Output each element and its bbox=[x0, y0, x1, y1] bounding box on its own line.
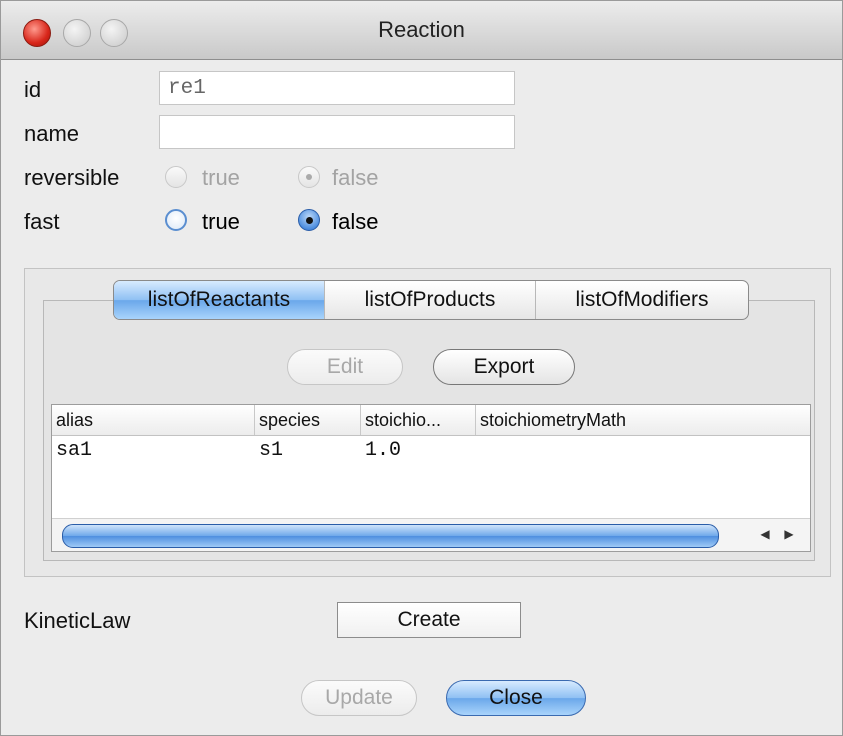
scrollbar-thumb[interactable] bbox=[62, 524, 719, 548]
column-header-species[interactable]: species bbox=[255, 405, 361, 435]
fast-true-label[interactable]: true bbox=[202, 209, 240, 235]
horizontal-scrollbar[interactable]: ◀ ▶ bbox=[52, 518, 810, 551]
reversible-label: reversible bbox=[24, 165, 120, 190]
fast-label: fast bbox=[24, 209, 60, 234]
column-header-stoichiometry-math[interactable]: stoichiometryMath bbox=[476, 405, 810, 435]
cell-stoichiometry: 1.0 bbox=[365, 439, 402, 462]
reversible-false-label: false bbox=[332, 165, 379, 190]
reversible-true-radio bbox=[165, 166, 187, 188]
column-header-stoichiometry[interactable]: stoichio... bbox=[361, 405, 476, 435]
fast-false-label[interactable]: false bbox=[332, 209, 378, 235]
cell-alias: sa1 bbox=[56, 439, 93, 462]
title-bar[interactable]: Reaction bbox=[1, 1, 842, 60]
update-button: Update bbox=[301, 680, 417, 716]
scroll-left-arrow-icon[interactable]: ◀ bbox=[754, 523, 776, 545]
column-header-alias[interactable]: alias bbox=[52, 405, 255, 435]
fast-true-radio[interactable] bbox=[165, 209, 187, 231]
close-button[interactable]: Close bbox=[446, 680, 586, 716]
export-button[interactable]: Export bbox=[433, 349, 575, 385]
fast-false-radio[interactable] bbox=[298, 209, 320, 231]
tab-list-of-modifiers[interactable]: listOfModifiers bbox=[536, 281, 748, 319]
tab-list-of-products[interactable]: listOfProducts bbox=[325, 281, 536, 319]
id-label: id bbox=[24, 77, 42, 102]
cell-species: s1 bbox=[259, 439, 284, 462]
window-title: Reaction bbox=[378, 17, 465, 42]
table-header: alias species stoichio... stoichiometryM… bbox=[52, 405, 810, 436]
tab-bar: listOfReactants listOfProducts listOfMod… bbox=[113, 280, 749, 320]
reactants-table: alias species stoichio... stoichiometryM… bbox=[51, 404, 811, 552]
edit-button: Edit bbox=[287, 349, 403, 385]
name-label: name bbox=[24, 121, 80, 146]
tab-list-of-reactants[interactable]: listOfReactants bbox=[114, 281, 325, 319]
name-field[interactable] bbox=[159, 115, 515, 149]
create-button[interactable]: Create bbox=[337, 602, 521, 638]
reversible-false-radio bbox=[298, 166, 320, 188]
id-field[interactable]: re1 bbox=[159, 71, 515, 105]
reversible-true-label: true bbox=[202, 165, 240, 190]
reaction-dialog: Reaction id re1 name reversible true fal… bbox=[0, 0, 843, 736]
scroll-right-arrow-icon[interactable]: ▶ bbox=[778, 523, 800, 545]
kinetic-law-label: KineticLaw bbox=[24, 608, 131, 633]
